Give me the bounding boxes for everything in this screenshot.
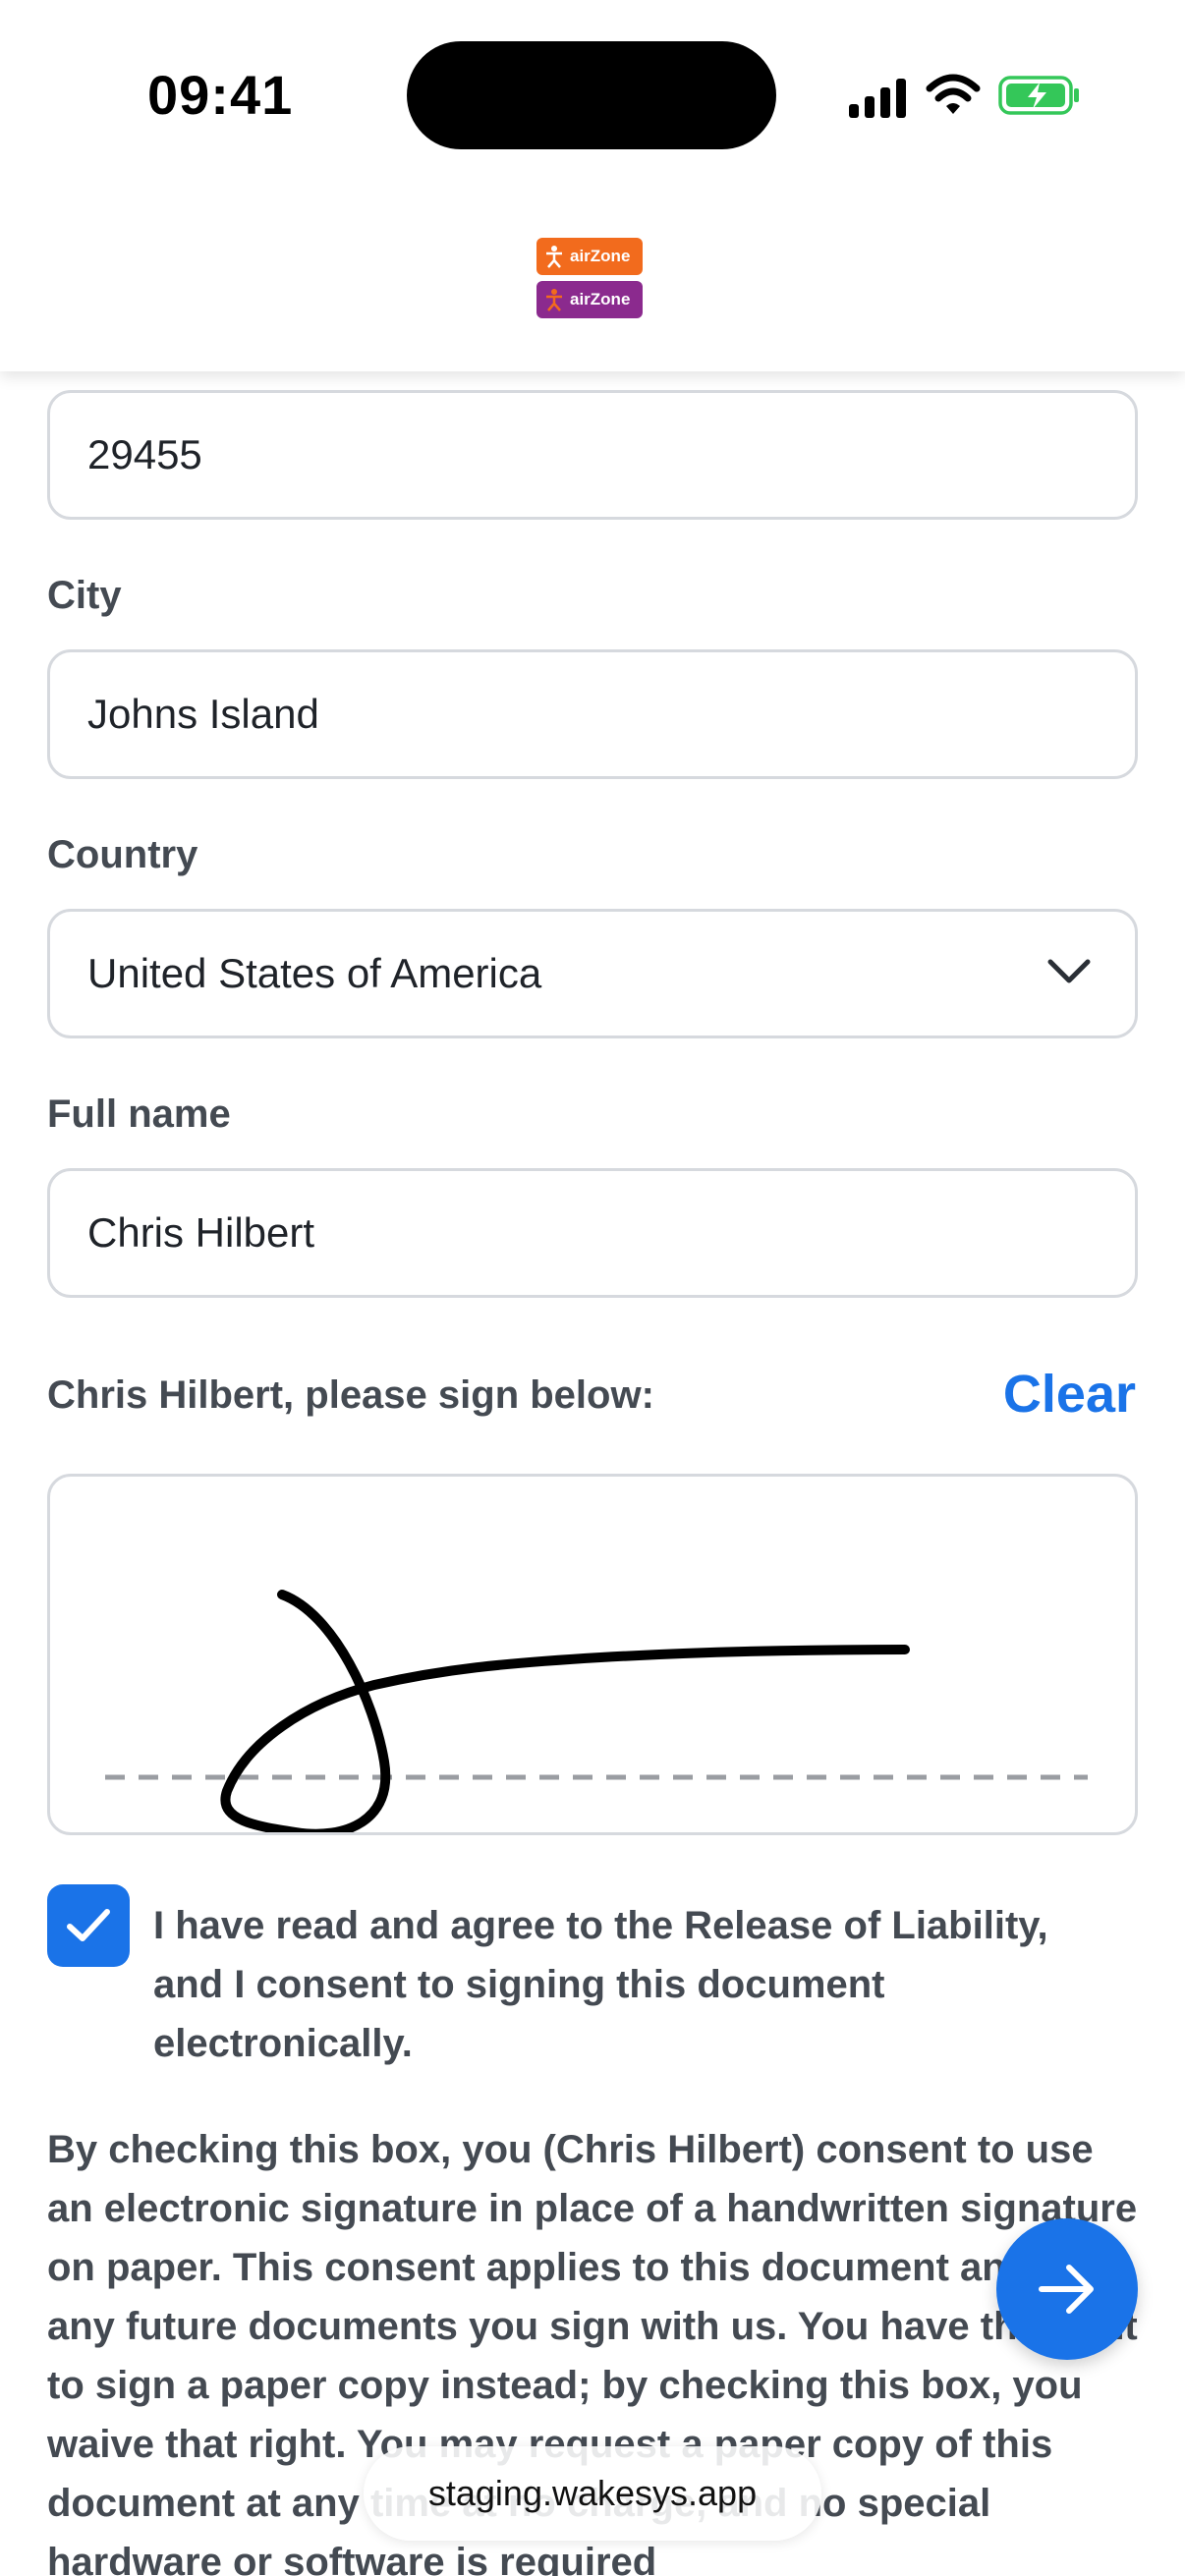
chevron-down-icon [1047, 959, 1091, 983]
country-label: Country [47, 833, 198, 876]
status-bar: 09:41 [0, 0, 1185, 187]
browser-url-bar[interactable]: staging.wakesys.app [364, 2446, 821, 2541]
logo-bar-bottom: airZone [536, 281, 643, 318]
status-time: 09:41 [147, 64, 294, 126]
logo-bar-top: airZone [536, 238, 643, 275]
zip-input[interactable]: 29455 [47, 390, 1138, 520]
country-select[interactable]: United States of America [47, 909, 1138, 1038]
dynamic-island [407, 41, 776, 149]
city-input[interactable]: Johns Island [47, 649, 1138, 779]
wifi-icon [926, 74, 981, 114]
arrow-right-icon [1039, 2265, 1094, 2314]
signature-drawing [105, 1590, 1088, 1832]
consent-label[interactable]: I have read and agree to the Release of … [153, 1896, 1097, 2073]
fullname-input[interactable]: Chris Hilbert [47, 1168, 1138, 1298]
app-header: 09:41 airZone airZone [0, 0, 1185, 371]
checkmark-icon [67, 1909, 110, 1941]
logo-text-top: airZone [570, 247, 631, 265]
waiver-page: 09:41 airZone airZone 29455 City Johns I… [0, 0, 1185, 2576]
consent-checkbox[interactable] [47, 1884, 130, 1967]
battery-charging-icon [998, 76, 1079, 115]
cellular-signal-icon [849, 79, 906, 118]
country-select-value: United States of America [87, 950, 542, 996]
fullname-label: Full name [47, 1092, 231, 1136]
logo-text-bottom: airZone [570, 290, 631, 308]
city-label: City [47, 574, 122, 617]
clear-signature-button[interactable]: Clear [1003, 1364, 1136, 1425]
signature-prompt: Chris Hilbert, please sign below: [47, 1373, 654, 1417]
brand-logo: airZone airZone [536, 238, 645, 322]
logo-person-icon [546, 289, 562, 311]
logo-person-icon [546, 246, 562, 268]
next-button[interactable] [996, 2218, 1138, 2360]
signature-pad[interactable] [47, 1474, 1138, 1835]
